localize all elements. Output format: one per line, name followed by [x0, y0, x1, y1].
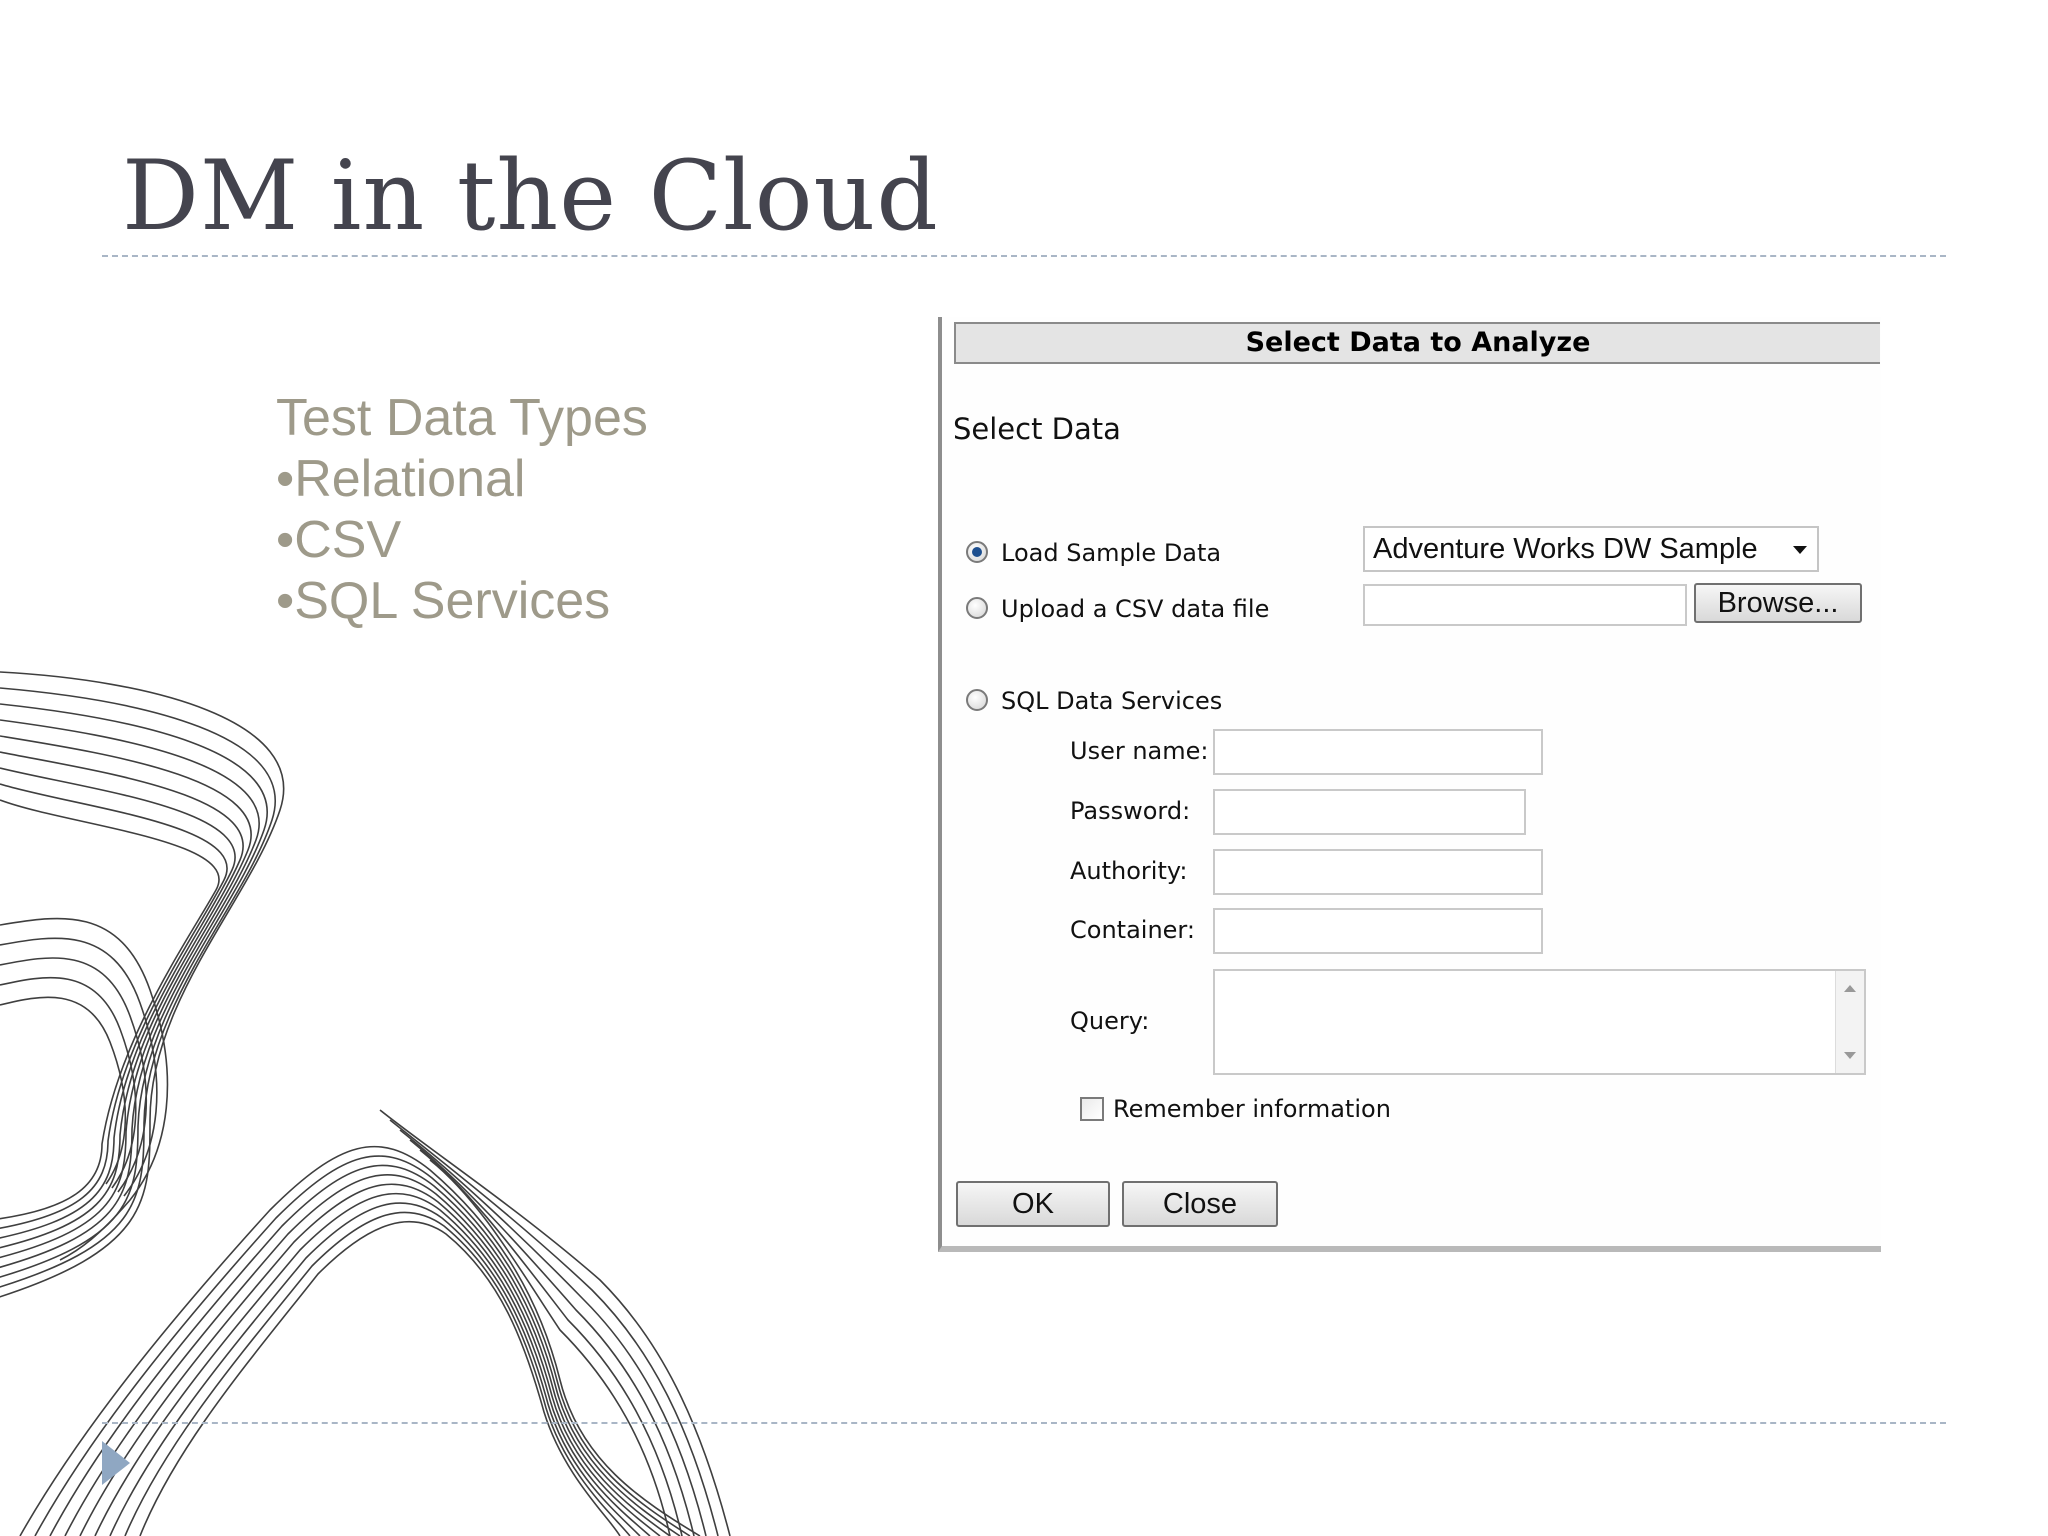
username-label: User name: — [1070, 737, 1209, 765]
scroll-up-icon[interactable] — [1844, 985, 1856, 992]
upload-csv-radio[interactable] — [966, 597, 988, 619]
nav-arrow-icon[interactable] — [102, 1441, 130, 1485]
footer-divider — [102, 1422, 1946, 1424]
section-label: Select Data — [953, 412, 1121, 446]
title-divider — [102, 255, 1946, 257]
sql-services-label[interactable]: SQL Data Services — [1001, 687, 1222, 715]
select-data-dialog: Select Data to Analyze Select Data Load … — [938, 317, 1881, 1252]
dialog-title: Select Data to Analyze — [1245, 327, 1591, 358]
container-label: Container: — [1070, 916, 1195, 944]
upload-csv-label[interactable]: Upload a CSV data file — [1001, 595, 1269, 623]
load-sample-label[interactable]: Load Sample Data — [1001, 539, 1221, 567]
dialog-titlebar: Select Data to Analyze — [954, 322, 1880, 364]
password-input[interactable] — [1213, 789, 1526, 835]
ok-button[interactable]: OK — [956, 1181, 1110, 1227]
authority-label: Authority: — [1070, 857, 1188, 885]
bullet-item: •SQL Services — [276, 572, 611, 630]
container-input[interactable] — [1213, 908, 1543, 954]
load-sample-radio[interactable] — [966, 541, 988, 563]
bullet-list: Test Data Types •Relational •CSV •SQL Se… — [276, 388, 648, 632]
browse-button[interactable]: Browse... — [1694, 583, 1862, 623]
slide-title: DM in the Cloud — [122, 140, 939, 252]
close-button[interactable]: Close — [1122, 1181, 1278, 1227]
query-textarea[interactable] — [1213, 969, 1866, 1075]
scroll-down-icon[interactable] — [1844, 1052, 1856, 1059]
authority-input[interactable] — [1213, 849, 1543, 895]
sample-data-select-value: Adventure Works DW Sample — [1373, 533, 1758, 565]
bullet-heading: Test Data Types — [276, 389, 648, 447]
password-label: Password: — [1070, 797, 1191, 825]
query-label: Query: — [1070, 1007, 1150, 1035]
remember-label[interactable]: Remember information — [1113, 1095, 1391, 1123]
csv-file-input[interactable] — [1363, 584, 1687, 626]
bullet-item: •CSV — [276, 511, 402, 569]
sql-services-radio[interactable] — [966, 689, 988, 711]
remember-checkbox[interactable] — [1080, 1097, 1104, 1121]
query-scrollbar[interactable] — [1835, 971, 1864, 1073]
chevron-down-icon[interactable] — [1793, 546, 1807, 554]
bullet-item: •Relational — [276, 450, 526, 508]
sample-data-select[interactable]: Adventure Works DW Sample — [1363, 526, 1819, 572]
username-input[interactable] — [1213, 729, 1543, 775]
